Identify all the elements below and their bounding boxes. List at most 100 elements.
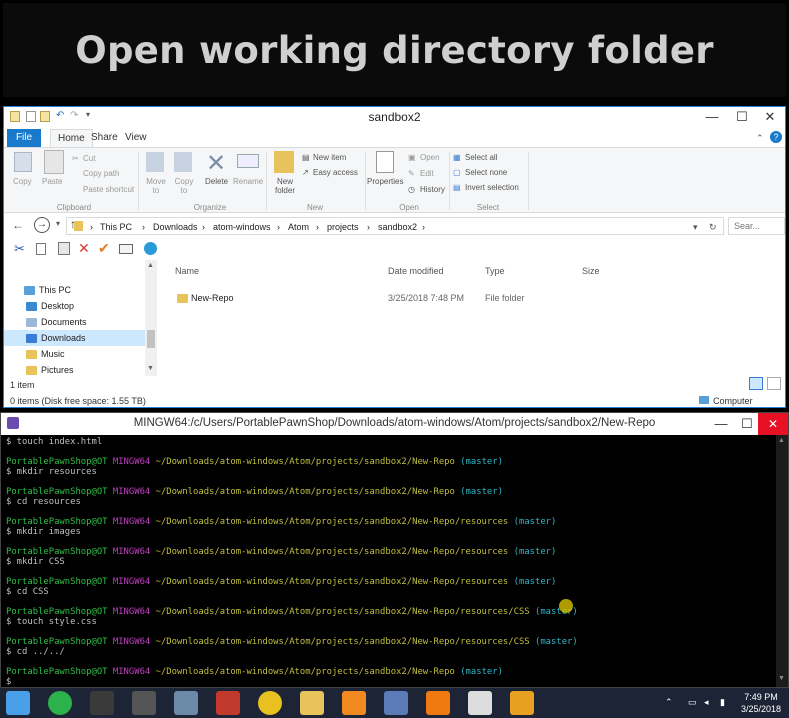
sketchup-icon[interactable] <box>216 691 240 715</box>
nav-documents[interactable]: Documents <box>4 314 145 330</box>
open-icon[interactable]: ▣ <box>408 153 416 162</box>
new-folder-icon[interactable] <box>274 151 294 173</box>
column-date-modified[interactable]: Date modified <box>388 266 444 276</box>
paste-icon[interactable] <box>58 242 70 255</box>
select-none-button[interactable]: Select none <box>465 168 507 177</box>
chrome-icon[interactable] <box>258 691 282 715</box>
vlc-icon[interactable] <box>426 691 450 715</box>
maximize-icon[interactable]: ☐ <box>728 107 756 127</box>
edit-button[interactable]: Edit <box>420 169 434 178</box>
minimize-icon[interactable]: — <box>707 414 735 434</box>
paste-button[interactable]: Paste <box>42 177 62 186</box>
battery-icon[interactable]: ▮ <box>720 697 725 708</box>
atom-icon[interactable] <box>48 691 72 715</box>
invert-selection-icon[interactable]: ▤ <box>453 183 461 192</box>
nav-music[interactable]: Music <box>4 346 145 362</box>
search-input[interactable]: Sear... <box>728 217 785 235</box>
large-icons-view-icon[interactable] <box>767 377 781 390</box>
history-button[interactable]: History <box>420 185 445 194</box>
checkmark-icon[interactable]: ✔ <box>98 240 110 257</box>
crumb-atom-windows[interactable]: atom-windows <box>213 222 271 232</box>
crumb-projects[interactable]: projects <box>327 222 359 232</box>
delete-icon[interactable]: ✕ <box>78 240 90 257</box>
crumb-chevron-icon[interactable]: › <box>202 222 205 232</box>
crumb-chevron-icon[interactable]: › <box>142 222 145 232</box>
crumb-chevron-icon[interactable]: › <box>90 222 93 232</box>
properties-icon[interactable] <box>376 151 394 173</box>
app-icon[interactable] <box>90 691 114 715</box>
select-none-icon[interactable]: ▢ <box>453 168 461 177</box>
crumb-chevron-icon[interactable]: › <box>277 222 280 232</box>
copy-icon[interactable] <box>36 243 46 255</box>
refresh-icon[interactable]: ↻ <box>709 222 717 233</box>
tray-arrow-icon[interactable]: ⌃ <box>665 697 673 708</box>
terminal-scrollbar[interactable]: ▲ ▼ <box>776 435 788 687</box>
easy-access-icon[interactable]: ↗ <box>302 168 309 177</box>
move-to-button[interactable]: Move to <box>144 177 168 195</box>
rename-icon[interactable] <box>119 244 133 254</box>
new-item-icon[interactable]: ▤ <box>302 153 310 162</box>
rename-button[interactable]: Rename <box>233 177 263 186</box>
invert-selection-button[interactable]: Invert selection <box>465 183 519 192</box>
column-type[interactable]: Type <box>485 266 505 276</box>
app-icon[interactable] <box>132 691 156 715</box>
select-all-button[interactable]: Select all <box>465 153 497 162</box>
app-icon[interactable] <box>510 691 534 715</box>
minimize-icon[interactable]: — <box>698 107 726 127</box>
globe-icon[interactable] <box>144 242 157 255</box>
column-size[interactable]: Size <box>582 266 600 276</box>
nav-this-pc[interactable]: This PC <box>4 282 145 298</box>
forward-icon[interactable]: → <box>34 217 50 233</box>
crumb-chevron-icon[interactable]: › <box>316 222 319 232</box>
app-icon[interactable] <box>342 691 366 715</box>
scroll-down-icon[interactable]: ▼ <box>147 365 154 372</box>
new-item-button[interactable]: New item <box>313 153 346 162</box>
copy-button[interactable]: Copy <box>13 177 32 186</box>
volume-icon[interactable]: ◂ <box>704 697 709 708</box>
file-explorer-icon[interactable] <box>300 691 324 715</box>
crumb-chevron-icon[interactable]: › <box>422 222 425 232</box>
save-icon[interactable] <box>384 691 408 715</box>
scroll-down-icon[interactable]: ▼ <box>778 675 785 682</box>
chevron-up-icon[interactable]: ⌃ <box>756 133 764 144</box>
rename-icon[interactable] <box>237 154 259 168</box>
move-to-icon[interactable] <box>146 152 164 172</box>
tab-view[interactable]: View <box>118 129 154 147</box>
cut-icon[interactable]: ✂ <box>14 241 25 257</box>
paste-icon[interactable] <box>44 150 64 174</box>
table-row[interactable]: New-Repo 3/25/2018 7:48 PM File folder <box>171 290 781 306</box>
column-name[interactable]: Name <box>175 266 199 276</box>
maximize-icon[interactable]: ☐ <box>733 414 761 434</box>
scroll-up-icon[interactable]: ▲ <box>778 437 785 444</box>
nav-pictures[interactable]: Pictures <box>4 362 145 378</box>
tab-file[interactable]: File <box>7 129 41 147</box>
nav-desktop[interactable]: Desktop <box>4 298 145 314</box>
edit-icon[interactable]: ✎ <box>408 169 415 178</box>
select-all-icon[interactable]: ▦ <box>453 153 461 162</box>
scroll-thumb[interactable] <box>147 330 155 348</box>
crumb-sandbox2[interactable]: sandbox2 <box>378 222 417 232</box>
delete-icon[interactable]: ✕ <box>206 149 226 178</box>
close-icon[interactable]: ✕ <box>758 413 788 435</box>
scroll-up-icon[interactable]: ▲ <box>147 262 154 269</box>
network-icon[interactable]: ▭ <box>688 697 697 708</box>
copy-path-button[interactable]: Copy path <box>83 169 119 178</box>
copy-to-icon[interactable] <box>174 152 192 172</box>
copy-icon[interactable] <box>14 152 32 172</box>
crumb-downloads[interactable]: Downloads <box>153 222 198 232</box>
start-button-icon[interactable] <box>6 691 30 715</box>
help-icon[interactable]: ? <box>770 131 782 143</box>
easy-access-button[interactable]: Easy access <box>313 168 358 177</box>
crumb-chevron-icon[interactable]: › <box>367 222 370 232</box>
open-button[interactable]: Open <box>420 153 440 162</box>
recent-locations-icon[interactable]: ▾ <box>56 219 60 228</box>
history-icon[interactable]: ◷ <box>408 185 415 194</box>
address-box[interactable]: › This PC › Downloads › atom-windows › A… <box>66 217 724 235</box>
calculator-icon[interactable] <box>174 691 198 715</box>
copy-to-button[interactable]: Copy to <box>172 177 196 195</box>
crumb-this-pc[interactable]: This PC <box>100 222 132 232</box>
delete-button[interactable]: Delete <box>205 177 228 186</box>
game-icon[interactable] <box>468 691 492 715</box>
clock[interactable]: 7:49 PM 3/25/2018 <box>741 691 781 715</box>
address-dropdown-icon[interactable]: ▾ <box>693 222 698 233</box>
